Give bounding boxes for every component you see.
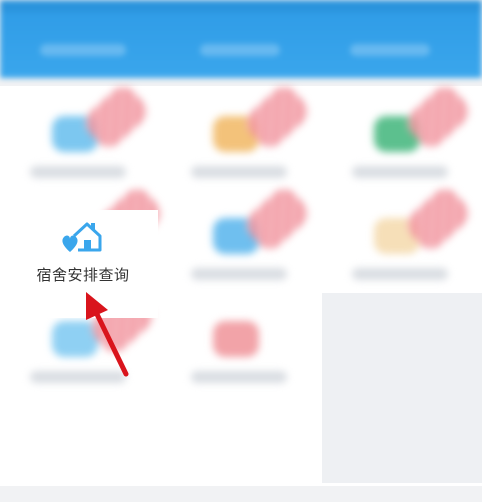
tile-label-blur xyxy=(30,166,126,178)
tile-label-blur xyxy=(352,268,448,280)
tile-label-blur xyxy=(191,371,287,383)
status-bar xyxy=(0,0,482,12)
header-right-blur xyxy=(350,44,430,56)
grid-tile-8[interactable] xyxy=(161,293,321,400)
grid-tile-2[interactable] xyxy=(161,81,321,195)
app-header xyxy=(0,0,482,78)
page-title xyxy=(200,44,280,56)
tile-label-blur xyxy=(191,166,287,178)
header-left-blur xyxy=(40,44,126,56)
annotation-arrow xyxy=(86,292,129,377)
service-icon xyxy=(213,321,259,357)
grid-tile-1[interactable] xyxy=(0,81,160,195)
grid-tile-5[interactable] xyxy=(161,183,321,297)
grid-tile-3[interactable] xyxy=(322,81,482,195)
tile-label: 宿舍安排查询 xyxy=(36,266,130,284)
tile-label-blur xyxy=(352,166,448,178)
empty-area xyxy=(322,293,482,483)
house-heart-icon xyxy=(62,222,102,252)
tile-label-blur xyxy=(191,268,287,280)
grid-tile-6[interactable] xyxy=(322,183,482,297)
